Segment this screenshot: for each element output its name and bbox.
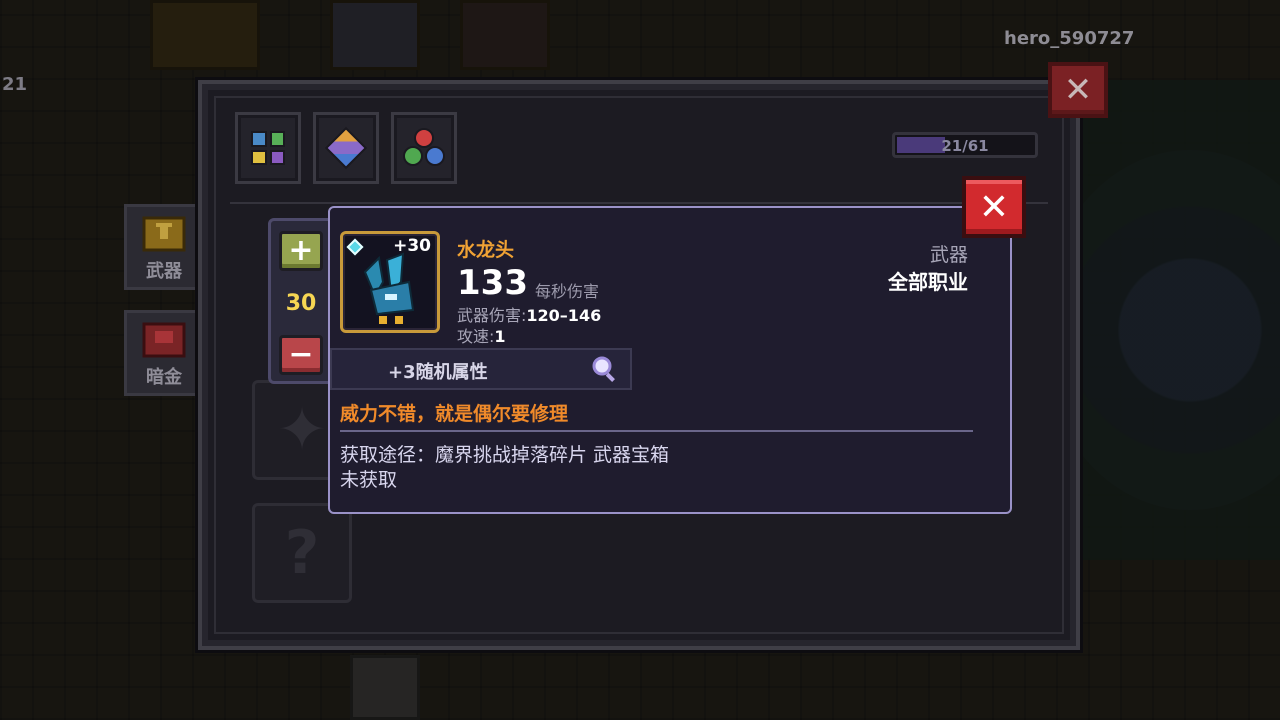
acquire-status: 未获取 [340,469,398,491]
locked-item-icon: ✦ [276,395,328,465]
level-selector: + 30 − [268,218,334,384]
item-type: 武器 [929,244,968,266]
gem-category-icon [324,126,368,170]
category-button-orbs[interactable] [391,112,457,184]
grid-category-icon [251,131,285,165]
magnifier-icon[interactable] [592,356,618,382]
dark-gold-chest-icon [142,322,186,358]
category-button-all[interactable] [235,112,301,184]
unknown-item-icon: ? [284,518,320,588]
category-button-gems[interactable] [313,112,379,184]
damage-value: 120–146 [526,306,602,325]
hud-counter: 21 [2,74,28,95]
random-attribute-box[interactable]: +3随机属性 [330,348,632,390]
side-tab-label: 暗金 [146,367,182,388]
level-plus-button[interactable]: + [279,231,323,271]
panel-divider [230,202,1048,204]
side-tab-dark-gold[interactable]: 暗金 [124,310,204,396]
close-icon: ✕ [978,186,1010,228]
speed-stat: 攻速:1 [457,323,506,347]
orbs-category-icon [403,128,445,168]
speed-value: 1 [494,327,506,346]
level-minus-button[interactable]: − [279,335,323,375]
level-value: 30 [285,291,317,316]
speed-label: 攻速: [457,327,495,346]
card-divider [340,430,973,432]
dps-label: 每秒伤害 [535,282,600,301]
close-icon: ✕ [1063,70,1093,110]
side-tab-label: 武器 [146,261,182,282]
card-close-button[interactable]: ✕ [962,176,1026,238]
item-icon-frame: +30 [340,231,440,333]
item-class: 全部职业 [888,270,968,294]
random-attribute-label: +3随机属性 [388,362,488,383]
panel-close-button[interactable]: ✕ [1048,62,1108,118]
dps-value: 133 [457,263,528,303]
player-name: hero_590727 [1004,28,1135,49]
progress-text: 21/61 [941,137,989,155]
side-tab-weapon[interactable]: 武器 [124,204,204,290]
faucet-weapon-icon [363,252,415,324]
item-slot[interactable]: ? [252,503,352,603]
acquire-source: 获取途径：魔界挑战掉落碎片 武器宝箱 [340,444,670,466]
flavor-text: 威力不错，就是偶尔要修理 [340,403,569,425]
weapon-chest-icon [142,216,186,252]
collection-progress-bar: 21/61 [892,132,1038,158]
item-name: 水龙头 [457,239,515,261]
